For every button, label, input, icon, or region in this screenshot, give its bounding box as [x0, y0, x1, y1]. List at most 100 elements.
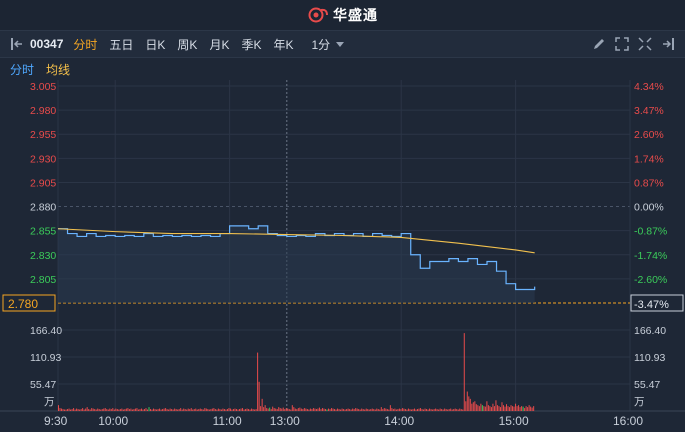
volume-bar — [383, 408, 385, 411]
volume-bar — [328, 408, 330, 411]
y-axis-label-right: 0.00% — [634, 202, 664, 214]
volume-bar — [146, 409, 148, 411]
intraday-chart[interactable]: 3.005 4.34% 2.980 3.47% 2.955 2.60% 2.930 1.74%… — [0, 0, 685, 432]
volume-bar — [110, 409, 112, 411]
volume-bar — [225, 409, 227, 411]
volume-bar — [195, 408, 197, 411]
volume-bar — [74, 409, 76, 411]
volume-bar — [413, 408, 415, 411]
volume-bar — [62, 409, 64, 411]
volume-bar — [142, 409, 144, 411]
volume-bar — [430, 409, 432, 411]
volume-bar — [278, 407, 280, 411]
volume-bar — [112, 408, 114, 411]
volume-bar — [64, 409, 66, 411]
volume-bar — [353, 409, 355, 411]
volume-bar — [207, 409, 209, 411]
volume-bar — [442, 409, 444, 411]
volume-bar — [294, 408, 296, 411]
volume-bar — [121, 408, 123, 411]
y-axis-label-left: 2.830 — [30, 250, 56, 262]
volume-bar — [445, 409, 447, 411]
volume-bar — [190, 408, 192, 411]
x-axis-label: 11:00 — [213, 414, 242, 428]
volume-bar — [474, 401, 476, 411]
volume-bar — [504, 406, 506, 411]
volume-bar — [305, 408, 307, 411]
volume-bar — [125, 408, 127, 411]
volume-bar — [100, 409, 102, 411]
volume-bar — [94, 409, 96, 411]
volume-bar — [275, 408, 277, 411]
volume-bar — [424, 408, 426, 411]
volume-bar — [484, 406, 486, 411]
volume-bar — [145, 408, 147, 411]
volume-bar — [487, 405, 489, 411]
volume-bar — [240, 408, 242, 411]
volume-bar — [162, 409, 164, 411]
volume-bar — [159, 408, 161, 411]
y-axis-label-left: 2.980 — [30, 105, 56, 117]
y-axis-label-left: 2.880 — [30, 202, 56, 214]
volume-bar — [184, 409, 186, 411]
volume-bar — [119, 409, 121, 411]
volume-bar — [281, 408, 283, 411]
volume-bar — [285, 408, 287, 411]
volume-bar — [323, 408, 325, 411]
volume-bar — [385, 408, 387, 411]
volume-bar — [344, 409, 346, 411]
volume-bar — [183, 408, 185, 411]
volume-bar — [255, 409, 257, 411]
vol-axis-label-left: 166.40 — [30, 325, 62, 337]
volume-bar — [122, 409, 124, 411]
volume-bar — [386, 409, 388, 411]
volume-bar — [153, 408, 155, 411]
volume-bar — [222, 408, 224, 411]
volume-bar — [528, 405, 530, 411]
volume-bar — [404, 409, 406, 411]
volume-bar — [151, 409, 153, 411]
volume-bar — [128, 409, 130, 411]
volume-bar — [314, 408, 316, 411]
volume-bar — [177, 409, 179, 411]
volume-bar — [297, 408, 299, 411]
volume-bar — [214, 409, 216, 411]
volume-bar — [492, 403, 494, 411]
volume-bar — [95, 409, 97, 411]
volume-bar — [338, 409, 340, 411]
volume-bar — [160, 409, 162, 411]
volume-bar — [512, 406, 514, 411]
y-axis-label-right: 3.47% — [634, 105, 664, 117]
volume-bar — [186, 409, 188, 411]
volume-bar — [346, 409, 348, 411]
volume-bar — [61, 408, 63, 411]
volume-bar — [395, 409, 397, 411]
volume-bar — [472, 402, 474, 411]
y-axis-label-right: -0.87% — [634, 226, 667, 238]
volume-bar — [219, 409, 221, 411]
y-axis-label-right: -1.74% — [634, 250, 667, 262]
volume-bar — [226, 409, 228, 411]
volume-bar — [234, 408, 236, 411]
volume-bar — [137, 409, 139, 411]
volume-bar — [433, 409, 435, 411]
volume-bar — [133, 409, 135, 411]
volume-bar — [254, 409, 256, 411]
volume-bar — [92, 408, 94, 411]
volume-bar — [356, 408, 358, 411]
y-axis-label-right: 1.74% — [634, 153, 664, 165]
volume-bar — [89, 409, 91, 411]
volume-bar — [113, 409, 115, 411]
volume-bar — [174, 408, 176, 411]
volume-bar — [71, 409, 73, 411]
vol-unit-left: 万 — [44, 396, 55, 408]
volume-bar — [480, 403, 482, 411]
volume-bar — [379, 409, 381, 411]
volume-bar — [293, 407, 295, 411]
volume-bar — [288, 409, 290, 411]
volume-bar — [201, 409, 203, 411]
volume-bar — [115, 408, 117, 411]
volume-bar — [498, 406, 500, 411]
volume-bar — [521, 406, 523, 411]
volume-bar — [435, 408, 437, 411]
